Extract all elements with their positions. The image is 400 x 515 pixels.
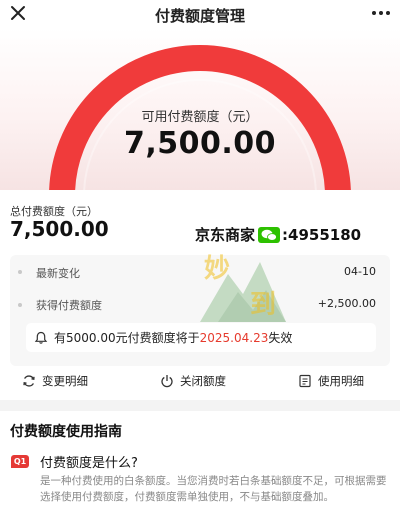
question-badge: Q1: [11, 455, 29, 468]
power-icon: [161, 375, 173, 388]
top-bar: 付费额度管理: [0, 0, 400, 28]
latest-change-value: 04-10: [344, 265, 376, 278]
wechat-icon: [258, 226, 281, 243]
notice-prefix: 有5000.00元付费额度将于: [54, 331, 200, 345]
close-quota-button[interactable]: 关闭额度: [160, 373, 226, 389]
guide-title: 付费额度使用指南: [10, 424, 122, 440]
change-details-button[interactable]: 变更明细: [22, 373, 88, 389]
bullet-dot: [18, 303, 22, 307]
page-title: 付费额度管理: [154, 7, 245, 25]
total-quota-value: 7,500.00: [10, 217, 109, 241]
gained-quota-label: 获得付费额度: [36, 299, 102, 312]
overlay-text-suffix: :4955180: [282, 225, 362, 244]
faq-question[interactable]: 付费额度是什么?: [40, 452, 138, 471]
latest-change-label: 最新变化: [36, 267, 80, 280]
list-icon: [299, 374, 311, 388]
refresh-icon: [23, 375, 35, 387]
available-quota-label: 可用付费额度（元）: [141, 110, 259, 125]
overlay-text: 京东商家 :4955180: [195, 224, 361, 245]
close-quota-label: 关闭额度: [180, 374, 226, 388]
overlay-text-prefix: 京东商家: [195, 226, 256, 244]
watermark-char: 妙: [204, 254, 231, 284]
bullet-dot: [18, 270, 22, 274]
available-quota-amount: 7,500.00: [123, 126, 277, 161]
watermark-char: 到: [250, 290, 277, 320]
usage-details-button[interactable]: 使用明细: [298, 373, 364, 389]
gained-quota-value: +2,500.00: [317, 297, 376, 310]
action-bar: 变更明细 关闭额度 使用明细: [0, 370, 400, 396]
usage-guide: 付费额度使用指南 Q1 付费额度是什么? 是一种付费使用的白条额度。当您消费时若…: [0, 411, 400, 515]
change-details-label: 变更明细: [42, 374, 88, 388]
usage-details-label: 使用明细: [318, 374, 364, 388]
faq-answer: 是一种付费使用的白条额度。当您消费时若白条基础额度不足，可根据需要选择使用付费额…: [40, 475, 387, 503]
quota-gauge-panel: 可用付费额度（元） 7,500.00: [0, 28, 400, 190]
more-icon[interactable]: [370, 4, 392, 22]
bell-icon: [34, 331, 48, 344]
